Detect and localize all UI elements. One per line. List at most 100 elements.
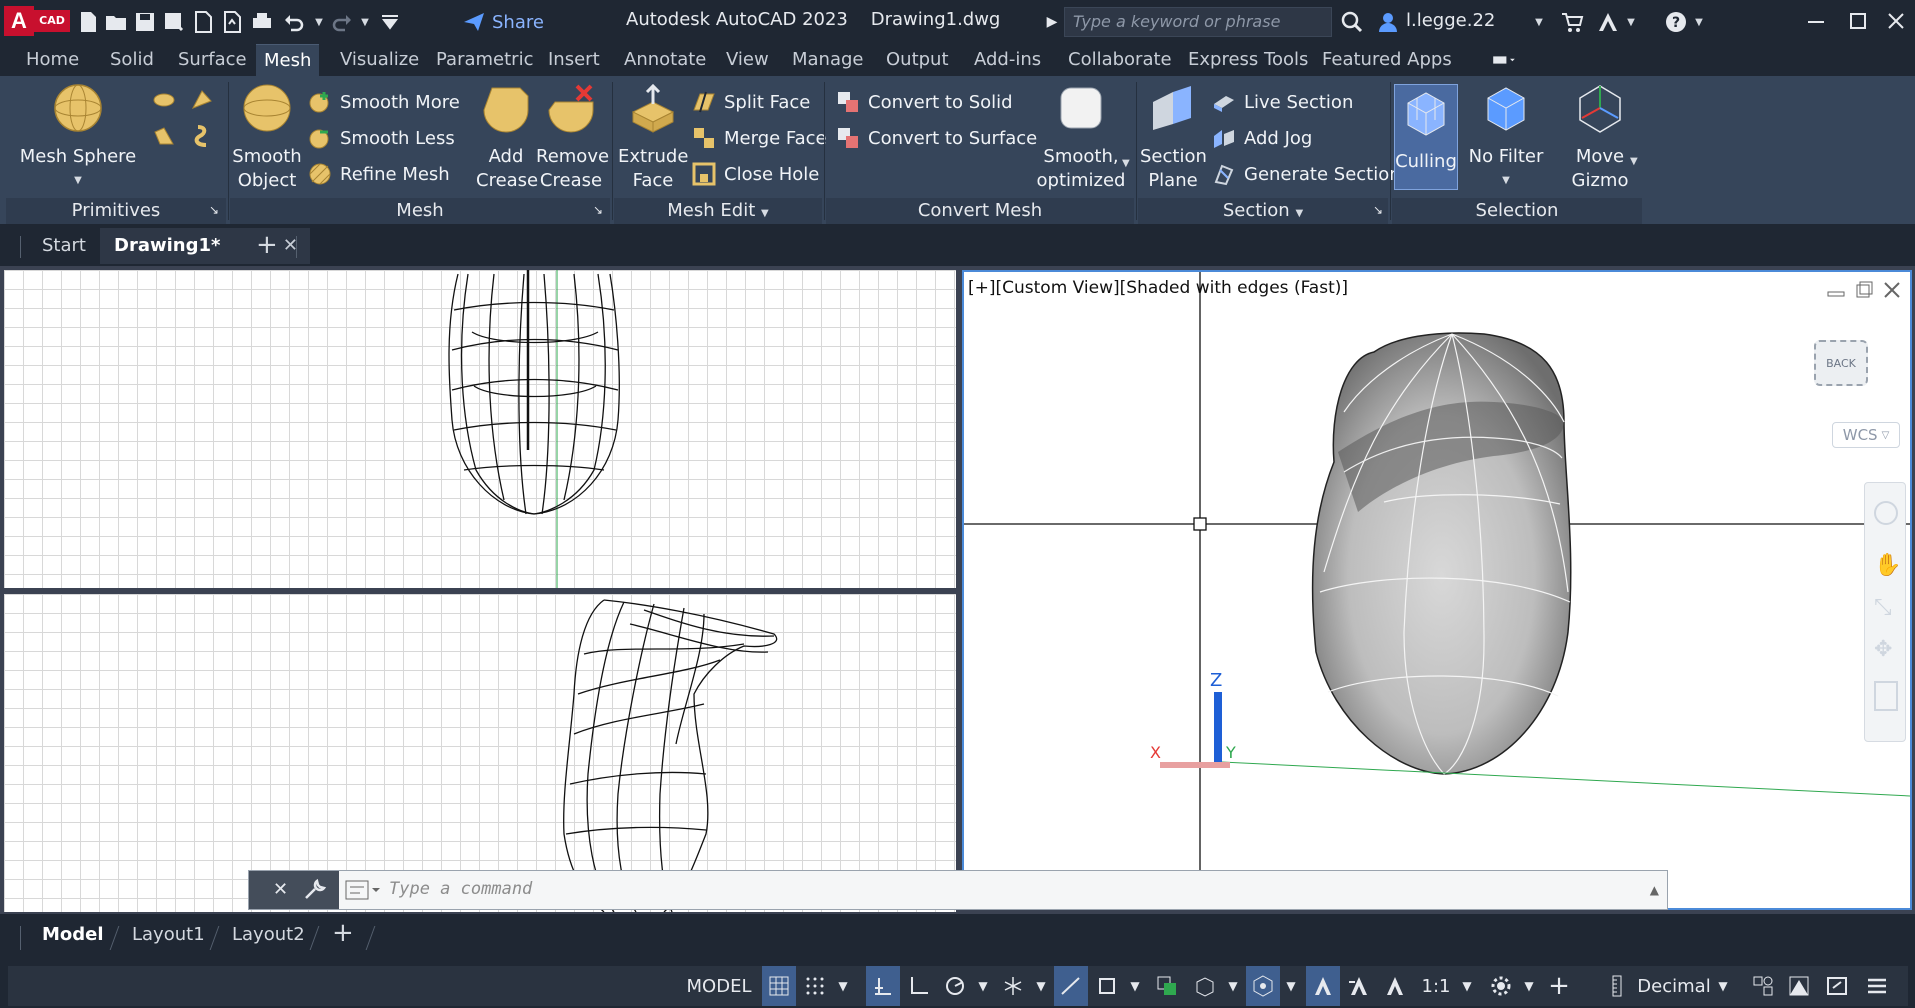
cart-icon[interactable] — [1560, 10, 1584, 34]
tab-mesh[interactable]: Mesh — [256, 44, 320, 76]
no-filter-button[interactable]: No Filter ▼ — [1466, 82, 1546, 193]
annotation-monitor-icon[interactable]: + — [1542, 966, 1576, 1006]
clean-screen-icon[interactable] — [1820, 966, 1854, 1006]
undo-icon[interactable] — [282, 10, 306, 34]
move-gizmo-dropdown-icon[interactable]: ▼ — [1630, 156, 1638, 167]
tab-featured-apps[interactable]: Featured Apps — [1314, 44, 1460, 76]
mesh-sphere-button[interactable]: Mesh Sphere ▼ — [18, 82, 138, 193]
app-logo[interactable]: A CAD — [4, 6, 70, 36]
new-tab-icon[interactable]: + — [256, 230, 278, 262]
customize-status-bar-icon[interactable] — [1860, 966, 1894, 1006]
move-gizmo-button[interactable]: Move Gizmo — [1560, 82, 1640, 193]
annotation-scale-icon[interactable] — [1378, 966, 1412, 1006]
tab-output[interactable]: Output — [878, 44, 957, 76]
custom-view-viewport[interactable]: [+][Custom View][Shaded with edges (Fast… — [962, 270, 1912, 910]
ribbon-minimize-icon[interactable] — [1484, 48, 1524, 72]
primitives-settings-icon[interactable]: ↘ — [206, 200, 222, 220]
quick-properties-icon[interactable] — [1746, 966, 1780, 1006]
orbit-icon[interactable]: ✥ — [1874, 637, 1892, 662]
tab-view[interactable]: View — [718, 44, 777, 76]
mesh-edit-panel-title[interactable]: Mesh Edit ▼ — [614, 198, 822, 224]
object-snap-tracking-icon[interactable] — [1054, 966, 1088, 1006]
tab-visualize[interactable]: Visualize — [332, 44, 427, 76]
save-as-icon[interactable] — [162, 10, 186, 34]
layout-tab-layout1[interactable]: Layout1 — [132, 924, 205, 945]
tab-express-tools[interactable]: Express Tools — [1180, 44, 1316, 76]
new-file-icon[interactable] — [76, 10, 100, 34]
doc-tab-start[interactable]: Start — [42, 230, 86, 262]
auto-scale-icon[interactable] — [1342, 966, 1376, 1006]
selection-cycling-icon[interactable] — [1188, 966, 1222, 1006]
units-icon[interactable] — [1600, 966, 1634, 1006]
help-search-input[interactable]: Type a keyword or phrase — [1064, 7, 1332, 37]
workspace-dropdown-icon[interactable]: ▼ — [1520, 966, 1538, 1006]
wcs-menu[interactable]: WCS ▽ — [1832, 422, 1900, 448]
showmotion-icon[interactable] — [1874, 681, 1898, 711]
layout-tab-layout2[interactable]: Layout2 — [232, 924, 305, 945]
smooth-more-button[interactable]: Smooth More — [308, 88, 460, 116]
extrude-face-button[interactable]: Extrude Face — [618, 82, 688, 193]
command-input[interactable]: Type a command — [389, 879, 532, 899]
convert-to-solid-button[interactable]: Convert to Solid — [836, 88, 1013, 116]
viewcube[interactable]: BACK — [1814, 340, 1868, 386]
snap-dropdown-icon[interactable]: ▼ — [834, 966, 852, 1006]
command-line[interactable]: ✕ Type a command ▲ — [248, 870, 1668, 910]
osnap-dropdown-icon[interactable]: ▼ — [1126, 966, 1144, 1006]
undo-dropdown-icon[interactable]: ▼ — [312, 10, 326, 34]
plot-icon[interactable] — [250, 10, 274, 34]
command-history-icon[interactable]: ▲ — [1650, 883, 1659, 897]
snap-mode-icon[interactable] — [798, 966, 832, 1006]
3d-osnap-dropdown-icon[interactable]: ▼ — [1282, 966, 1300, 1006]
pan-icon[interactable]: ✋ — [1874, 553, 1901, 578]
isodraft-dropdown-icon[interactable]: ▼ — [1032, 966, 1050, 1006]
new-layout-icon[interactable]: + — [332, 918, 354, 948]
remove-crease-button[interactable]: Remove Crease — [536, 82, 609, 193]
user-name[interactable]: l.legge.22 — [1406, 10, 1495, 31]
mesh-settings-icon[interactable]: ↘ — [590, 200, 606, 220]
tab-manage[interactable]: Manage — [784, 44, 872, 76]
top-viewport[interactable] — [4, 270, 956, 588]
tab-collaborate[interactable]: Collaborate — [1060, 44, 1180, 76]
user-dropdown-icon[interactable]: ▼ — [1532, 10, 1546, 34]
mesh-revolve-icon[interactable] — [190, 124, 214, 148]
help-dropdown-icon[interactable]: ▼ — [1692, 10, 1706, 34]
mesh-box-icon[interactable] — [152, 88, 176, 112]
transparency-icon[interactable] — [1150, 966, 1184, 1006]
tab-insert[interactable]: Insert — [540, 44, 608, 76]
model-space-toggle[interactable]: MODEL — [684, 966, 754, 1006]
save-icon[interactable] — [133, 10, 157, 34]
object-snap-icon[interactable] — [1090, 966, 1124, 1006]
recent-commands-icon[interactable] — [345, 879, 381, 906]
close-command-line-icon[interactable]: ✕ — [273, 879, 288, 900]
maximize-window-icon[interactable] — [1838, 6, 1878, 36]
customize-wrench-icon[interactable] — [303, 877, 327, 906]
redo-dropdown-icon[interactable]: ▼ — [358, 10, 372, 34]
layout-tab-model[interactable]: Model — [42, 924, 104, 945]
tab-annotate[interactable]: Annotate — [616, 44, 714, 76]
graphics-performance-icon[interactable] — [1782, 966, 1816, 1006]
live-section-button[interactable]: Live Section — [1212, 88, 1353, 116]
split-face-button[interactable]: Split Face — [692, 88, 810, 116]
smooth-optimized-button[interactable]: Smooth, optimized — [1036, 82, 1126, 193]
section-plane-button[interactable]: Section Plane — [1140, 82, 1207, 193]
open-web-icon[interactable] — [191, 10, 215, 34]
smooth-optimized-dropdown-icon[interactable]: ▼ — [1122, 158, 1130, 169]
culling-toggle-button[interactable]: Culling — [1394, 84, 1458, 190]
annotation-scale-value[interactable]: 1:1 — [1416, 966, 1456, 1006]
tab-add-ins[interactable]: Add-ins — [966, 44, 1049, 76]
polar-dropdown-icon[interactable]: ▼ — [974, 966, 992, 1006]
annotation-visibility-icon[interactable] — [1306, 966, 1340, 1006]
zoom-extents-icon[interactable]: ⤡ — [1874, 595, 1892, 620]
front-viewport[interactable] — [4, 594, 956, 912]
mesh-wedge-icon[interactable] — [190, 88, 214, 112]
section-settings-icon[interactable]: ↘ — [1370, 200, 1386, 220]
save-web-icon[interactable] — [220, 10, 244, 34]
help-icon[interactable]: ? — [1664, 10, 1688, 34]
add-jog-button[interactable]: Add Jog — [1212, 124, 1312, 152]
tab-parametric[interactable]: Parametric — [428, 44, 541, 76]
autodesk-app-icon[interactable] — [1596, 10, 1620, 34]
units-dropdown-icon[interactable]: ▼ — [1714, 966, 1732, 1006]
ortho-mode-icon[interactable] — [902, 966, 936, 1006]
app-dropdown-icon[interactable]: ▼ — [1624, 10, 1638, 34]
customize-quick-access-icon[interactable] — [378, 10, 402, 34]
